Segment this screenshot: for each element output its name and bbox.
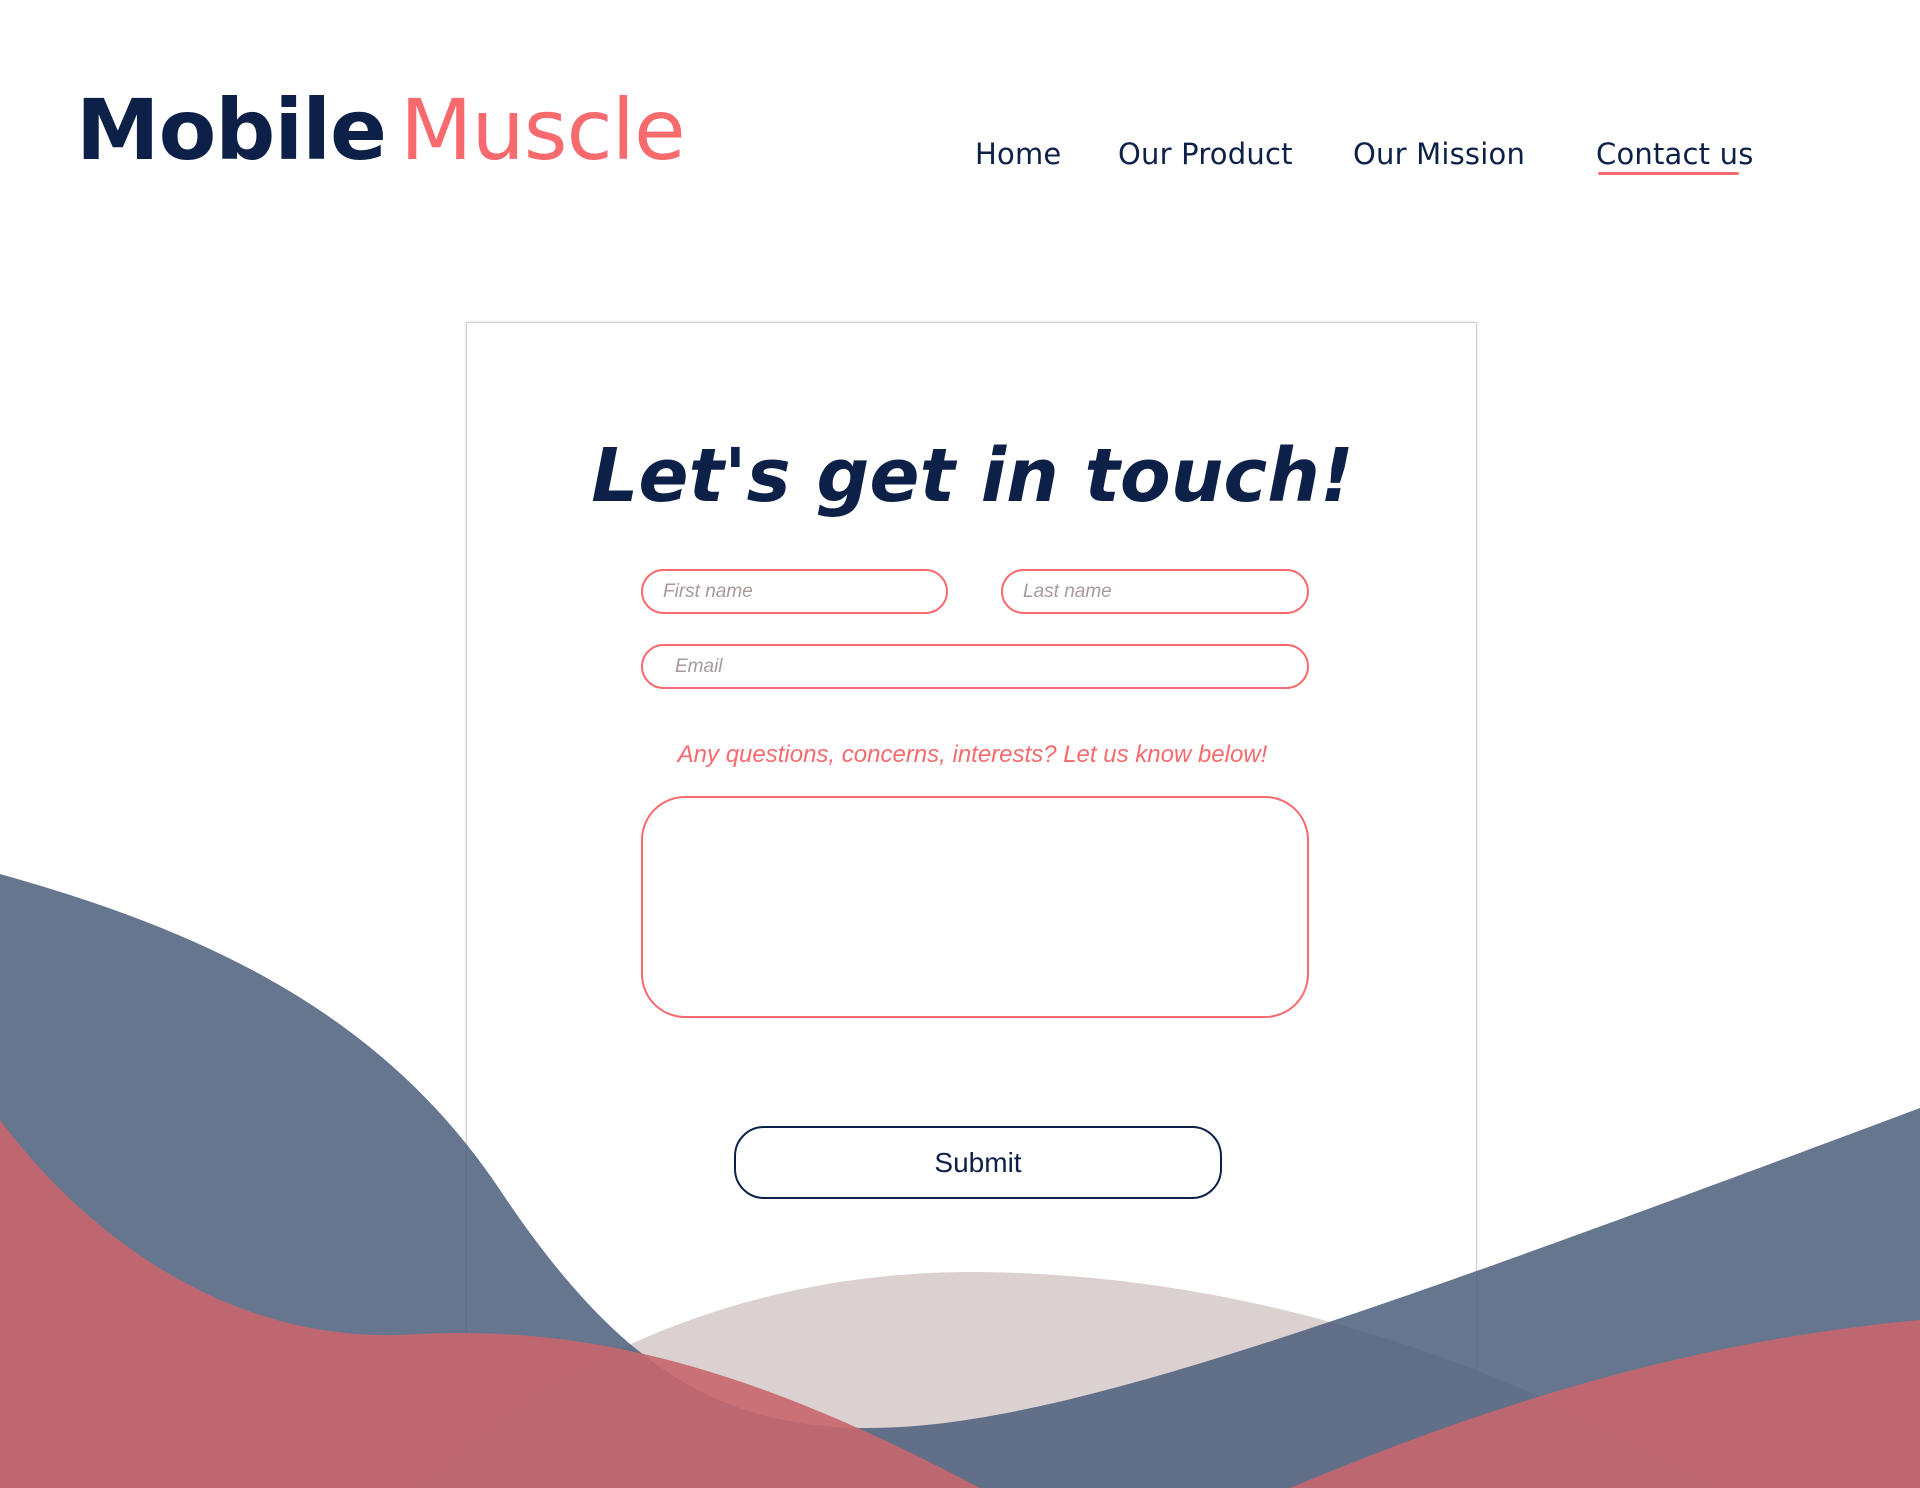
message-prompt: Any questions, concerns, interests? Let … bbox=[677, 741, 1268, 768]
first-name-input[interactable] bbox=[641, 569, 948, 614]
active-nav-underline bbox=[1598, 172, 1739, 175]
submit-button[interactable]: Submit bbox=[734, 1126, 1222, 1199]
main-nav: Home Our Product Our Mission Contact us bbox=[0, 137, 1920, 177]
contact-form-card: Let's get in touch! Any questions, conce… bbox=[466, 322, 1477, 1488]
message-textarea[interactable] bbox=[641, 796, 1309, 1018]
email-input[interactable] bbox=[641, 644, 1309, 689]
last-name-input[interactable] bbox=[1001, 569, 1309, 614]
nav-link-home[interactable]: Home bbox=[975, 137, 1061, 171]
nav-link-our-mission[interactable]: Our Mission bbox=[1353, 137, 1525, 171]
nav-link-our-product[interactable]: Our Product bbox=[1118, 137, 1293, 171]
form-title: Let's get in touch! bbox=[591, 433, 1354, 519]
nav-link-contact-us[interactable]: Contact us bbox=[1596, 137, 1754, 171]
contact-page: Mobile Muscle Home Our Product Our Missio… bbox=[0, 0, 1920, 1488]
